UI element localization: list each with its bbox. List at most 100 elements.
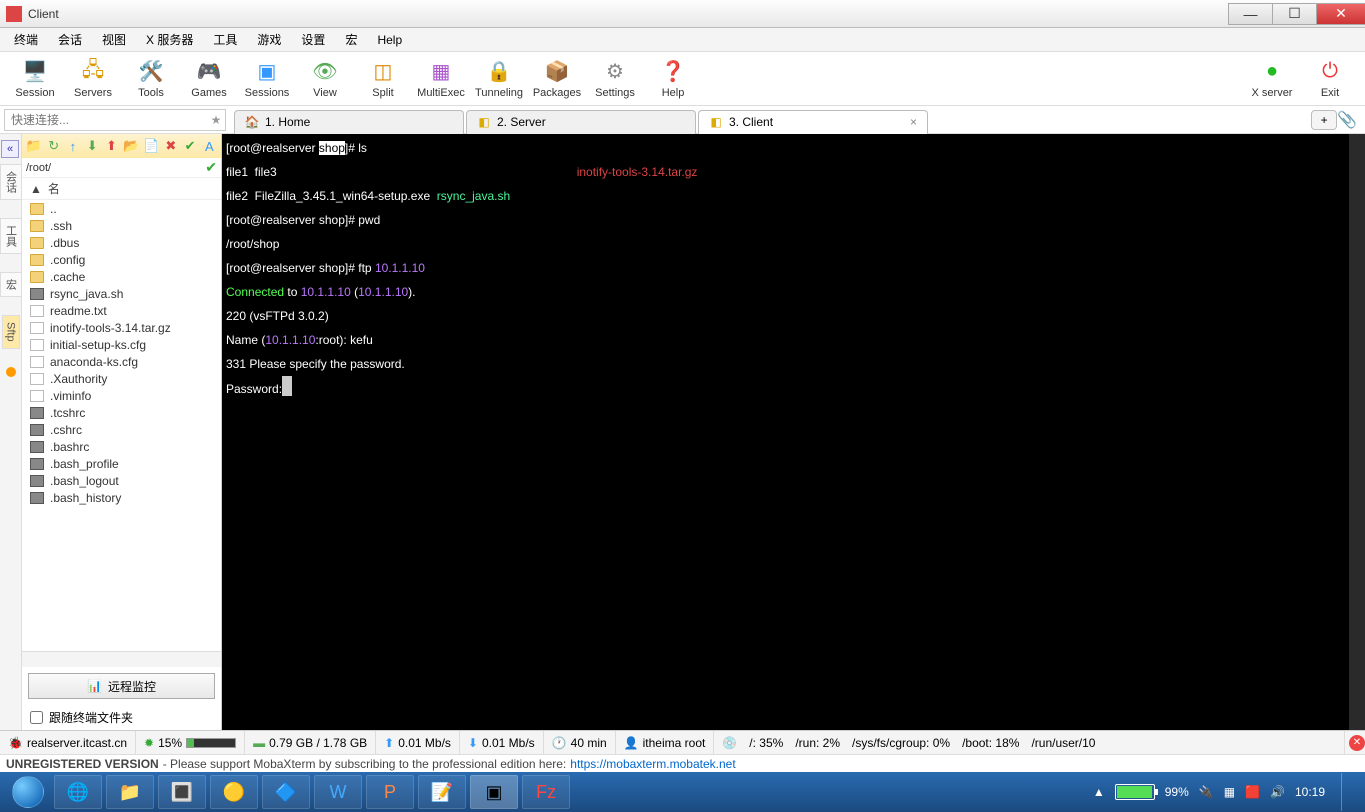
packages-icon: 📦 [544,59,570,85]
file-item[interactable]: .cshrc [22,421,221,438]
file-item[interactable]: .Xauthority [22,370,221,387]
tb-chrome[interactable]: 🟡 [210,775,258,809]
tb-vscode[interactable]: 🔷 [262,775,310,809]
file-item[interactable]: .ssh [22,217,221,234]
file-item[interactable]: .bashrc [22,438,221,455]
toolbar-games[interactable]: 🎮Games [180,54,238,104]
sbtool-7[interactable]: ✖ [163,138,178,154]
file-item[interactable]: .. [22,200,221,217]
tb-ppt[interactable]: P [366,775,414,809]
leftstrip-工具[interactable]: 工具 [0,218,22,254]
tb-ie[interactable]: 🌐 [54,775,102,809]
status-close-button[interactable]: ✕ [1349,735,1365,751]
sbtool-6[interactable]: 📄 [143,138,159,154]
toolbar-session[interactable]: 🖥️Session [6,54,64,104]
toolbar-split[interactable]: ◫Split [354,54,412,104]
toolbar-help[interactable]: ❓Help [644,54,702,104]
quick-connect[interactable]: ★ [4,109,226,131]
sbtool-2[interactable]: ↑ [65,138,80,154]
terminal[interactable]: [root@realserver shop]# ls file1 file3in… [222,134,1365,730]
tray-lang-icon[interactable]: ▦ [1224,785,1235,799]
show-desktop-button[interactable] [1341,773,1355,811]
paperclip-icon[interactable]: 📎 [1337,110,1357,130]
tb-notepad[interactable]: 📝 [418,775,466,809]
menu-终端[interactable]: 终端 [6,29,46,50]
tab-2-Server[interactable]: ◧2. Server [466,110,696,134]
file-item[interactable]: .bash_history [22,489,221,506]
toolbar-view[interactable]: 👁View [296,54,354,104]
tb-explorer[interactable]: 📁 [106,775,154,809]
menu-Help[interactable]: Help [369,31,410,49]
tray-flag-icon[interactable]: 🟥 [1245,785,1260,799]
file-item[interactable]: readme.txt [22,302,221,319]
terminal-scrollbar[interactable] [1349,134,1365,730]
collapse-sidebar-button[interactable]: « [1,140,19,158]
file-item[interactable]: .bash_logout [22,472,221,489]
toolbar-settings[interactable]: ⚙Settings [586,54,644,104]
menu-X 服务器[interactable]: X 服务器 [138,29,201,50]
toolbar-sessions[interactable]: ▣Sessions [238,54,296,104]
toolbar-x server[interactable]: ●X server [1243,54,1301,104]
file-item[interactable]: inotify-tools-3.14.tar.gz [22,319,221,336]
sbtool-8[interactable]: ✔ [182,138,197,154]
menu-设置[interactable]: 设置 [293,29,333,50]
toolbar-packages[interactable]: 📦Packages [528,54,586,104]
menu-游戏[interactable]: 游戏 [249,29,289,50]
sbtool-3[interactable]: ⬇ [85,138,100,154]
toolbar-multiexec[interactable]: ▦MultiExec [412,54,470,104]
toolbar-tunneling[interactable]: 🔒Tunneling [470,54,528,104]
menu-视图[interactable]: 视图 [94,29,134,50]
favorite-icon[interactable]: ★ [207,113,225,127]
battery-icon[interactable] [1115,784,1155,800]
sbtool-1[interactable]: ↻ [46,138,61,154]
tb-mobaxterm[interactable]: ▣ [470,775,518,809]
sidebar-hscroll[interactable] [22,651,221,667]
leftstrip-会话[interactable]: 会话 [0,164,22,200]
battery-percent: 99% [1165,785,1189,799]
remote-monitor-button[interactable]: 📊 远程监控 [28,673,215,699]
menu-工具[interactable]: 工具 [205,29,245,50]
menu-会话[interactable]: 会话 [50,29,90,50]
tb-vmware[interactable]: 🔳 [158,775,206,809]
file-item[interactable]: anaconda-ks.cfg [22,353,221,370]
sbtool-5[interactable]: 📂 [123,138,139,154]
tray-net-icon[interactable]: 🔌 [1199,785,1214,799]
file-item[interactable]: .dbus [22,234,221,251]
file-item[interactable]: .cache [22,268,221,285]
add-tab-button[interactable]: + [1311,110,1337,130]
leftstrip-Sftp[interactable]: Sftp [2,315,20,349]
path-input[interactable] [26,162,201,174]
sbtool-9[interactable]: A [202,138,217,154]
file-item[interactable]: .config [22,251,221,268]
quick-connect-input[interactable] [5,113,207,127]
toolbar-tools[interactable]: 🛠️Tools [122,54,180,104]
minimize-button[interactable]: — [1228,3,1273,25]
file-icon [30,322,44,334]
unreg-link[interactable]: https://mobaxterm.mobatek.net [570,757,735,771]
file-item[interactable]: .viminfo [22,387,221,404]
maximize-button[interactable]: ☐ [1272,3,1317,25]
file-list-header[interactable]: ▲ 名 [22,178,221,200]
sbtool-4[interactable]: ⬆ [104,138,119,154]
tab-1-Home[interactable]: 🏠1. Home [234,110,464,134]
start-button[interactable] [6,775,50,809]
close-button[interactable]: ✕ [1316,3,1365,25]
tb-word[interactable]: W [314,775,362,809]
tb-filezilla[interactable]: Fz [522,775,570,809]
file-item[interactable]: .bash_profile [22,455,221,472]
sbtool-0[interactable]: 📁 [26,138,42,154]
tray-arrow-icon[interactable]: ▲ [1093,785,1105,799]
tab-close-icon[interactable]: × [910,115,917,129]
toolbar-servers[interactable]: 🖧Servers [64,54,122,104]
leftstrip-dot-icon[interactable] [6,367,16,377]
file-item[interactable]: .tcshrc [22,404,221,421]
tray-sound-icon[interactable]: 🔊 [1270,785,1285,799]
toolbar-exit[interactable]: ⏻Exit [1301,54,1359,104]
file-item[interactable]: rsync_java.sh [22,285,221,302]
follow-terminal-checkbox[interactable] [30,711,43,724]
clock[interactable]: 10:19 [1295,785,1325,799]
menu-宏[interactable]: 宏 [337,29,365,50]
file-item[interactable]: initial-setup-ks.cfg [22,336,221,353]
leftstrip-宏[interactable]: 宏 [0,272,22,297]
tab-3-Client[interactable]: ◧3. Client× [698,110,928,134]
